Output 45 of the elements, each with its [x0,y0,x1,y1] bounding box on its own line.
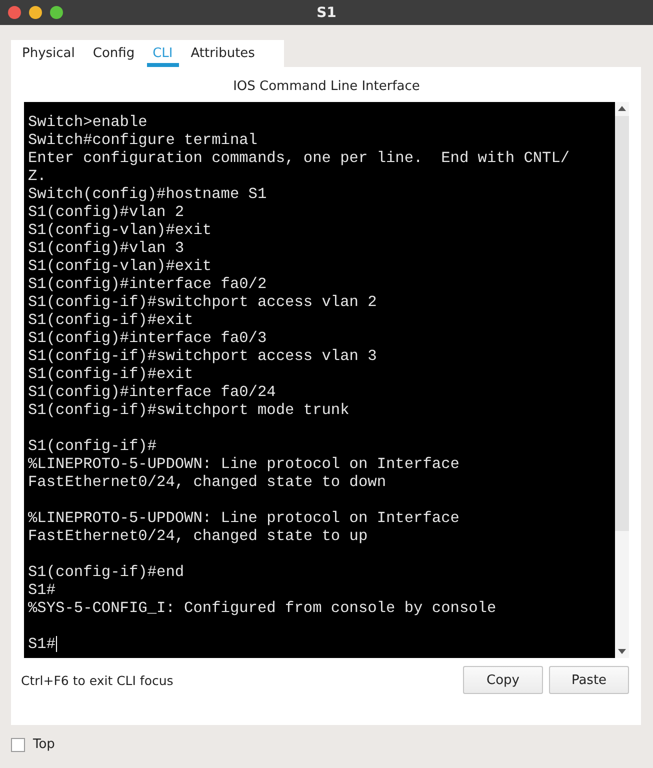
window-title: S1 [316,4,336,20]
terminal-line: Switch>enable [28,113,148,131]
terminal-line: S1(config)#vlan 2 [28,203,184,221]
terminal-line: FastEthernet0/24, changed state to up [28,527,368,545]
tab[interactable]: Config [86,40,141,67]
zoom-icon[interactable] [50,6,63,19]
terminal-line: S1(config-if)#switchport access vlan 2 [28,293,377,311]
action-button[interactable]: Paste [549,666,629,694]
checkbox-label: Top [33,737,55,752]
checkbox[interactable] [11,738,25,752]
terminal-output[interactable] [24,102,615,658]
terminal-line: S1(config-if)#switchport access vlan 3 [28,347,377,365]
text-cursor-icon [56,636,57,652]
hint-text: Ctrl+F6 to exit CLI focus [21,672,174,688]
terminal-line: Enter configuration commands, one per line. End with CNTL/ [28,149,570,167]
terminal-line: FastEthernet0/24, changed state to down [28,473,386,491]
terminal-line: %SYS-5-CONFIG_I: Configured from console by console [28,599,496,617]
scrollbar[interactable] [615,102,629,658]
tab[interactable]: Physical [16,40,81,67]
terminal-line: S1(config-if)#exit [28,311,194,329]
terminal-line: S1(config)#interface fa0/2 [28,275,267,293]
terminal-line: S1(config)#vlan 3 [28,239,184,257]
terminal-line: Z. [28,167,46,185]
terminal-line: %LINEPROTO-5-UPDOWN: Line protocol on Interface [28,509,460,527]
minimize-icon[interactable] [29,6,42,19]
scrollbar-thumb[interactable] [615,116,629,531]
terminal-line: S1(config)#interface fa0/24 [28,383,276,401]
terminal-line: S1(config-if)#end [28,563,184,581]
scroll-up-icon[interactable] [617,105,627,113]
panel-title: IOS Command Line Interface [232,78,421,96]
scroll-down-icon[interactable] [617,647,627,655]
terminal-line: Switch#configure terminal [28,131,258,149]
terminal-line: S1(config-vlan)#exit [28,221,212,239]
terminal-line: S1(config)#interface fa0/3 [28,329,267,347]
action-button[interactable]: Copy [463,666,543,694]
terminal-line: S1(config-if)#switchport mode trunk [28,401,350,419]
terminal-line: %LINEPROTO-5-UPDOWN: Line protocol on Interface [28,455,460,473]
terminal-line: S1# [28,635,56,653]
terminal-line: S1(config-vlan)#exit [28,257,212,275]
tab[interactable]: Attributes [184,40,261,67]
terminal-line: S1# [28,581,56,599]
close-icon[interactable] [8,6,21,19]
terminal-line: S1(config-if)# [28,437,157,455]
terminal-line: S1(config-if)#exit [28,365,194,383]
terminal-line: Switch(config)#hostname S1 [28,185,267,203]
